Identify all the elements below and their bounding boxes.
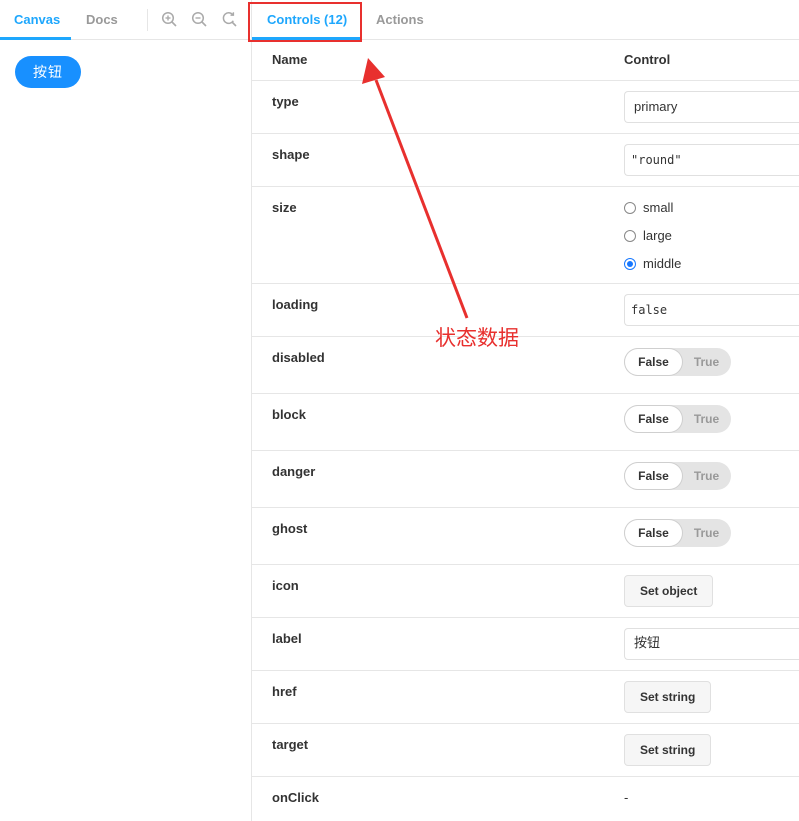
controls-table: Name Control type primary shape "round" … bbox=[252, 40, 799, 821]
table-row: block False True bbox=[252, 394, 799, 451]
table-row: label 按钮 bbox=[252, 618, 799, 671]
label-text-input[interactable]: 按钮 bbox=[624, 628, 799, 660]
table-row: size small large middle bbox=[252, 187, 799, 284]
size-radio-middle[interactable]: middle bbox=[624, 256, 744, 286]
header-name: Name bbox=[272, 52, 308, 67]
zoom-out-icon[interactable] bbox=[191, 11, 208, 28]
size-radio-group: small large middle bbox=[624, 200, 744, 286]
row-name: size bbox=[272, 200, 297, 215]
row-name: danger bbox=[272, 464, 316, 479]
toggle-false-option[interactable]: False bbox=[625, 406, 682, 432]
table-row: onClick - bbox=[252, 777, 799, 821]
radio-button[interactable] bbox=[624, 230, 636, 242]
table-row: loading false bbox=[252, 284, 799, 337]
toolbar-divider bbox=[147, 9, 148, 31]
toggle-true-option[interactable]: True bbox=[682, 462, 731, 490]
loading-object-input[interactable]: false bbox=[624, 294, 799, 326]
tab-canvas[interactable]: Canvas bbox=[14, 0, 60, 39]
radio-label: large bbox=[643, 228, 672, 243]
row-name: target bbox=[272, 737, 309, 752]
shape-object-input[interactable]: "round" bbox=[624, 144, 799, 176]
icon-set-object-button[interactable]: Set object bbox=[624, 575, 714, 607]
row-name: block bbox=[272, 407, 306, 422]
row-name: ghost bbox=[272, 521, 308, 536]
tab-docs[interactable]: Docs bbox=[86, 0, 118, 39]
table-row: ghost False True bbox=[252, 508, 799, 565]
row-name: type bbox=[272, 94, 299, 109]
row-name: icon bbox=[272, 578, 299, 593]
radio-label: small bbox=[643, 200, 674, 215]
toggle-true-option[interactable]: True bbox=[682, 519, 731, 547]
toggle-false-option[interactable]: False bbox=[625, 463, 682, 489]
radio-label: middle bbox=[643, 256, 682, 271]
zoom-in-icon[interactable] bbox=[161, 11, 178, 28]
toggle-false-option[interactable]: False bbox=[625, 520, 682, 546]
href-set-string-button[interactable]: Set string bbox=[624, 681, 712, 713]
canvas-toolbar: Canvas Docs bbox=[0, 0, 251, 40]
toggle-false-option[interactable]: False bbox=[625, 349, 682, 375]
table-row: icon Set object bbox=[252, 565, 799, 618]
table-row: href Set string bbox=[252, 671, 799, 724]
danger-boolean-toggle[interactable]: False True bbox=[624, 462, 731, 490]
block-boolean-toggle[interactable]: False True bbox=[624, 405, 731, 433]
table-row: type primary bbox=[252, 81, 799, 134]
toggle-true-option[interactable]: True bbox=[682, 405, 731, 433]
header-control: Control bbox=[624, 52, 671, 67]
row-name: loading bbox=[272, 297, 319, 312]
tab-actions[interactable]: Actions bbox=[376, 0, 424, 39]
radio-button-checked[interactable] bbox=[624, 258, 636, 270]
row-name: label bbox=[272, 631, 302, 646]
table-row: target Set string bbox=[252, 724, 799, 777]
row-name: shape bbox=[272, 147, 310, 162]
size-radio-small[interactable]: small bbox=[624, 200, 744, 230]
type-text-input[interactable]: primary bbox=[624, 91, 799, 123]
table-row: disabled False True bbox=[252, 337, 799, 394]
disabled-boolean-toggle[interactable]: False True bbox=[624, 348, 731, 376]
zoom-reset-icon[interactable] bbox=[221, 11, 238, 28]
table-header: Name Control bbox=[252, 40, 799, 81]
onclick-empty-value: - bbox=[624, 790, 629, 805]
canvas-preview: 按钮 bbox=[0, 40, 251, 821]
preview-button[interactable]: 按钮 bbox=[15, 56, 81, 88]
table-row: danger False True bbox=[252, 451, 799, 508]
controls-tab-highlight-box bbox=[248, 2, 362, 42]
row-name: href bbox=[272, 684, 297, 699]
target-set-string-button[interactable]: Set string bbox=[624, 734, 712, 766]
radio-button[interactable] bbox=[624, 202, 636, 214]
ghost-boolean-toggle[interactable]: False True bbox=[624, 519, 731, 547]
size-radio-large[interactable]: large bbox=[624, 228, 744, 258]
row-name: disabled bbox=[272, 350, 325, 365]
toggle-true-option[interactable]: True bbox=[682, 348, 731, 376]
table-row: shape "round" bbox=[252, 134, 799, 187]
row-name: onClick bbox=[272, 790, 319, 805]
annotation-label: 状态数据 bbox=[435, 326, 519, 350]
